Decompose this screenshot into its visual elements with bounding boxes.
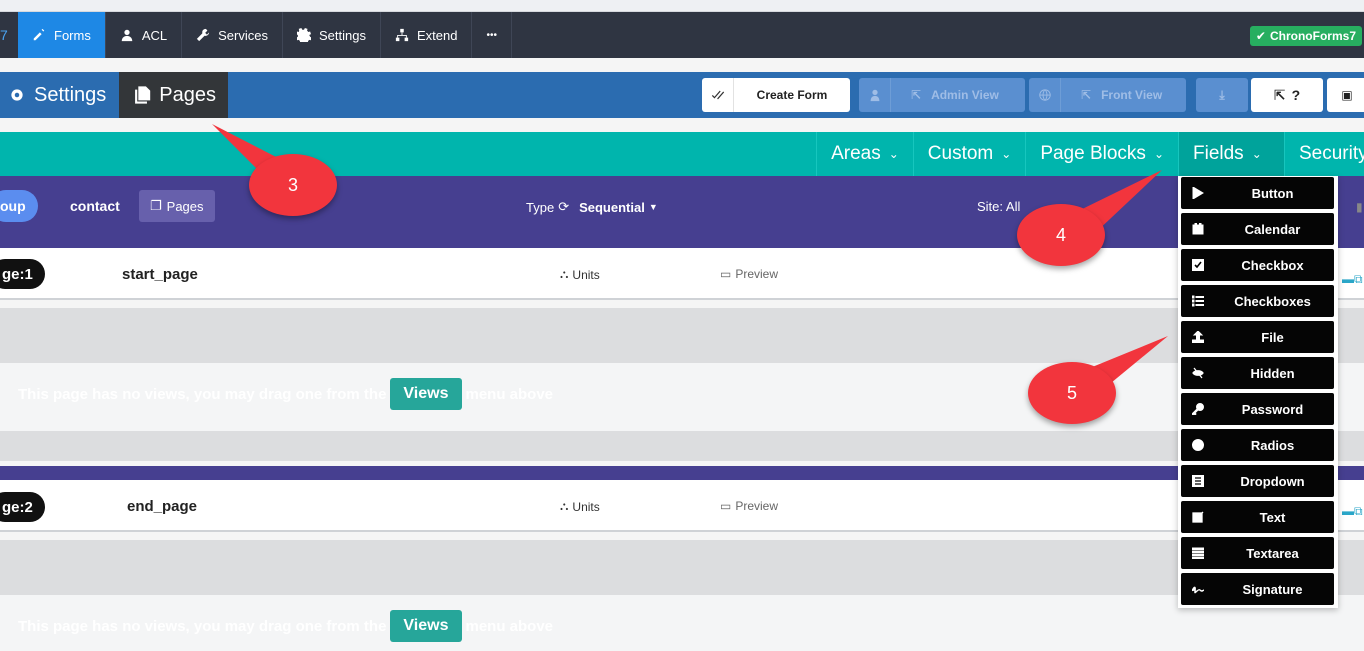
callout-3: 3: [249, 154, 337, 216]
callout-4: 4: [1017, 204, 1105, 266]
callout-5: 5: [1028, 362, 1116, 424]
callout-pointers: [212, 124, 1168, 392]
